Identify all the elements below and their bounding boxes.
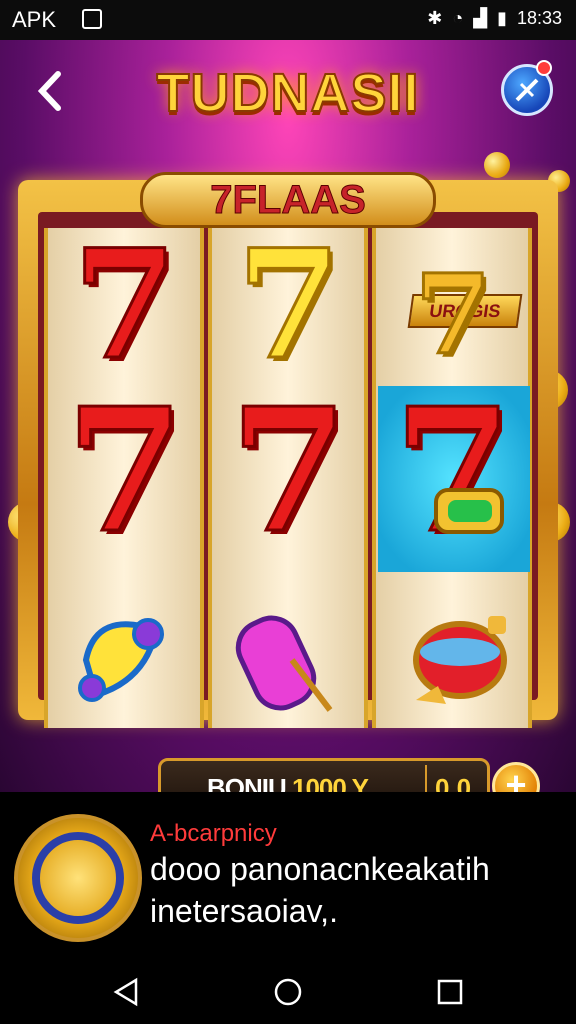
green-gem-icon — [434, 488, 504, 534]
add-credits-button[interactable]: + — [492, 762, 540, 792]
bonus-amount: 1000 Y — [292, 773, 369, 792]
gold-seven-symbol: 7 — [413, 250, 493, 379]
wifi-icon: ◔ — [452, 8, 464, 28]
status-icons: ✱ ◔ ▟ ▮ 18:33 — [427, 8, 562, 29]
nav-back-button[interactable] — [110, 976, 142, 1008]
navigation-bar — [0, 960, 576, 1024]
status-app-label: APK — [12, 7, 57, 32]
ad-logo-ring — [32, 832, 124, 924]
back-button[interactable] — [30, 68, 70, 114]
nav-home-button[interactable] — [272, 976, 304, 1008]
ad-text: dooo panonacnkeakatih inetersaoiav,. — [150, 851, 490, 929]
notification-badge — [536, 60, 552, 76]
credits-value: 0 0 — [435, 773, 472, 792]
game-screen: TUDNASII 7FLAAS 7 7 UROGIS 7 7 7 7 BONIU… — [0, 40, 576, 792]
ad-tag: A-bcarpnicy — [150, 820, 277, 847]
notification-icon — [82, 9, 102, 29]
battery-icon: ▮ — [497, 8, 507, 28]
game-title: TUDNASII — [156, 62, 420, 124]
purple-potion-icon — [235, 615, 333, 712]
bluetooth-icon: ✱ — [427, 8, 443, 28]
ad-banner[interactable]: A-bcarpnicy dooo panonacnkeakatih ineter… — [0, 792, 576, 960]
red-seven-symbol: 7 — [64, 371, 185, 571]
red-potion-icon — [413, 616, 507, 704]
bonus-display: BONIU 1000 Y 0 0 — [158, 758, 490, 792]
signal-icon: ▟ — [473, 8, 488, 28]
bonus-text: BONIU 1000 Y — [207, 773, 369, 792]
status-time: 18:33 — [516, 8, 562, 28]
settings-icon — [515, 78, 539, 102]
bonus-divider — [425, 765, 427, 792]
status-bar: APK ✱ ◔ ▟ ▮ 18:33 — [0, 0, 576, 40]
gold-coin — [484, 152, 510, 178]
red-seven-symbol: 7 — [71, 217, 178, 393]
bonus-label: BONIU — [207, 773, 287, 792]
ad-logo[interactable] — [14, 814, 142, 942]
nav-recents-button[interactable] — [434, 976, 466, 1008]
red-seven-symbol: 7 — [228, 371, 349, 571]
yellow-seven-symbol: 7 — [235, 217, 342, 393]
yellow-purple-gem-icon — [78, 618, 164, 702]
